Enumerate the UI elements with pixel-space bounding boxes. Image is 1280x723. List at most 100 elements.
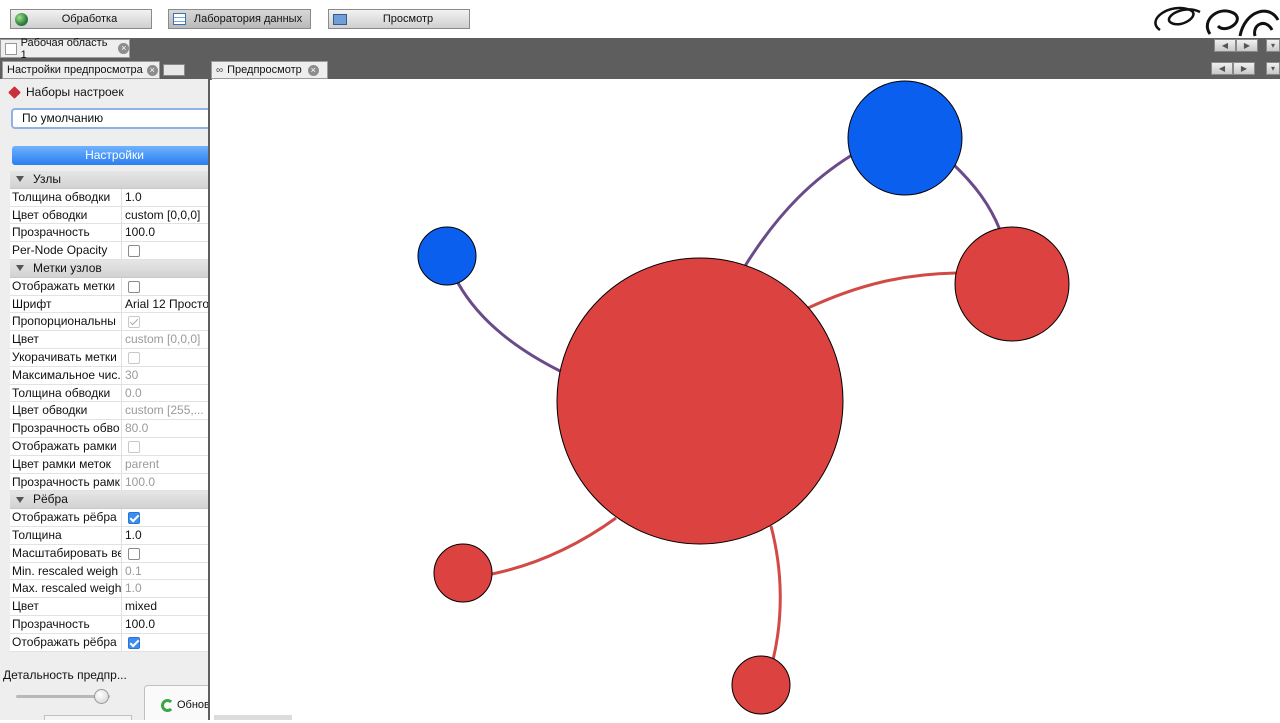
- collapse-triangle-icon[interactable]: [16, 496, 24, 503]
- data-lab-button[interactable]: Лаборатория данных: [168, 9, 311, 29]
- preview-nav: ◀ ▶: [1211, 62, 1255, 75]
- property-row: Min. rescaled weigh 0.1: [10, 562, 208, 581]
- property-row: Отображать рёбра: [10, 633, 208, 652]
- presets-title-label: Наборы настроек: [26, 85, 124, 99]
- property-name: Отображать метки: [10, 277, 122, 295]
- property-row: Прозрачность 100.0: [10, 224, 208, 243]
- property-checkbox[interactable]: [128, 280, 140, 293]
- scroll-left-icon[interactable]: ◀: [1214, 39, 1236, 52]
- settings-button[interactable]: Настройки: [12, 146, 208, 165]
- workspace-menu-icon[interactable]: ▾: [1266, 39, 1280, 52]
- property-value[interactable]: Arial 12 Простой: [122, 296, 208, 313]
- property-row: Пропорциональны: [10, 313, 208, 332]
- pencil-icon: [8, 85, 21, 99]
- settings-tab[interactable]: Настройки предпросмотра ×: [2, 61, 160, 79]
- property-checkbox[interactable]: [128, 636, 140, 649]
- minimize-icon[interactable]: [163, 64, 185, 76]
- property-row: Цвет рамки меток parent: [10, 455, 208, 474]
- property-group-header[interactable]: Рёбра: [10, 491, 208, 510]
- property-name: Масштабировать ве: [12, 544, 122, 562]
- collapse-triangle-icon[interactable]: [16, 176, 24, 183]
- property-value[interactable]: [122, 313, 208, 330]
- property-checkbox[interactable]: [128, 316, 140, 329]
- property-checkbox[interactable]: [128, 547, 140, 560]
- graph-drawing: [417, 80, 1070, 715]
- globe-icon: [15, 12, 28, 26]
- property-name: Толщина обводки: [10, 384, 122, 402]
- property-value[interactable]: custom [0,0,0]: [122, 207, 208, 224]
- property-checkbox[interactable]: [128, 512, 140, 525]
- close-icon[interactable]: ×: [307, 64, 319, 76]
- property-value[interactable]: mixed: [122, 598, 208, 615]
- monitor-icon: [333, 13, 347, 25]
- property-value[interactable]: 30: [122, 367, 208, 384]
- property-name: Прозрачность рамк: [10, 473, 122, 491]
- property-value[interactable]: [122, 438, 208, 455]
- property-checkbox[interactable]: [128, 245, 140, 258]
- graph-node: [847, 80, 963, 196]
- graph-node: [731, 655, 791, 715]
- workspace-tab[interactable]: Рабочая область 1 ×: [0, 37, 130, 61]
- secondary-button[interactable]: [44, 715, 132, 720]
- property-name: Min. rescaled weigh: [10, 562, 122, 580]
- property-sheet: Узлы Толщина обводки 1.0 Цвет обводки custom…: [10, 171, 208, 652]
- property-name: Цвет обводки: [10, 206, 122, 224]
- property-value[interactable]: parent: [122, 456, 208, 473]
- property-row: Масштабировать ве: [10, 544, 208, 563]
- collapse-triangle-icon[interactable]: [16, 265, 24, 272]
- property-checkbox[interactable]: [128, 351, 140, 364]
- property-value[interactable]: 100.0: [122, 224, 208, 241]
- property-row: Толщина обводки 1.0: [10, 188, 208, 207]
- property-value[interactable]: 0.1: [122, 563, 208, 580]
- close-icon[interactable]: ×: [146, 64, 158, 76]
- property-name: Толщина: [10, 526, 122, 544]
- property-value[interactable]: [122, 545, 208, 562]
- property-value[interactable]: [122, 242, 208, 259]
- property-value[interactable]: 100.0: [122, 616, 208, 633]
- scroll-right-icon[interactable]: ▶: [1236, 39, 1258, 52]
- property-group-header[interactable]: Узлы: [10, 171, 208, 189]
- scroll-left-icon[interactable]: ◀: [1211, 62, 1233, 75]
- scroll-right-icon[interactable]: ▶: [1233, 62, 1255, 75]
- property-value[interactable]: 80.0: [122, 420, 208, 437]
- preview-menu-icon[interactable]: ▾: [1266, 62, 1280, 75]
- property-value[interactable]: 0.0: [122, 385, 208, 402]
- property-value[interactable]: 1.0: [122, 527, 208, 544]
- data-lab-label: Лаборатория данных: [193, 13, 303, 25]
- property-value[interactable]: [122, 509, 208, 526]
- close-icon[interactable]: ×: [118, 43, 129, 54]
- property-row: Укорачивать метки: [10, 348, 208, 367]
- detail-slider-knob[interactable]: [93, 689, 109, 704]
- property-value[interactable]: 1.0: [122, 580, 208, 597]
- preview-tab[interactable]: ∞ Предпросмотр ×: [211, 61, 328, 79]
- overview-button[interactable]: Обработка: [10, 9, 152, 29]
- property-name: Цвет обводки: [10, 402, 122, 420]
- property-checkbox[interactable]: [128, 440, 140, 453]
- property-row: Цвет обводки custom [255,...: [10, 402, 208, 421]
- property-value[interactable]: custom [255,...: [122, 402, 208, 419]
- glasses-icon: ∞: [216, 64, 224, 76]
- workspace-nav: ◀ ▶: [1214, 39, 1258, 52]
- property-row: Отображать рамки: [10, 437, 208, 456]
- logo-icon: [1154, 6, 1280, 37]
- property-value[interactable]: [122, 278, 208, 295]
- graph-preview-canvas[interactable]: [212, 79, 1280, 720]
- preview-button[interactable]: Просмотр: [328, 9, 470, 29]
- preset-dropdown[interactable]: По умолчанию: [11, 108, 208, 129]
- property-name: Отображать рёбра: [10, 509, 122, 526]
- preview-scrollbar[interactable]: [214, 715, 292, 720]
- refresh-button[interactable]: Обнов: [144, 685, 208, 720]
- property-value[interactable]: [122, 634, 208, 651]
- graph-edge: [491, 516, 617, 576]
- page-icon: [5, 42, 17, 55]
- property-value[interactable]: custom [0,0,0]: [122, 331, 208, 348]
- property-row: Max. rescaled weigh 1.0: [10, 580, 208, 599]
- preview-settings-panel: Настройки предпросмотра × Наборы настрое…: [0, 61, 210, 720]
- property-value[interactable]: 100.0: [122, 474, 208, 491]
- graph-node: [556, 257, 844, 545]
- detail-level-label: Детальность предпр...: [3, 668, 127, 682]
- property-value[interactable]: [122, 349, 208, 366]
- property-value[interactable]: 1.0: [122, 189, 208, 206]
- property-name: Цвет рамки меток: [10, 455, 122, 473]
- property-group-header[interactable]: Метки узлов: [10, 259, 208, 278]
